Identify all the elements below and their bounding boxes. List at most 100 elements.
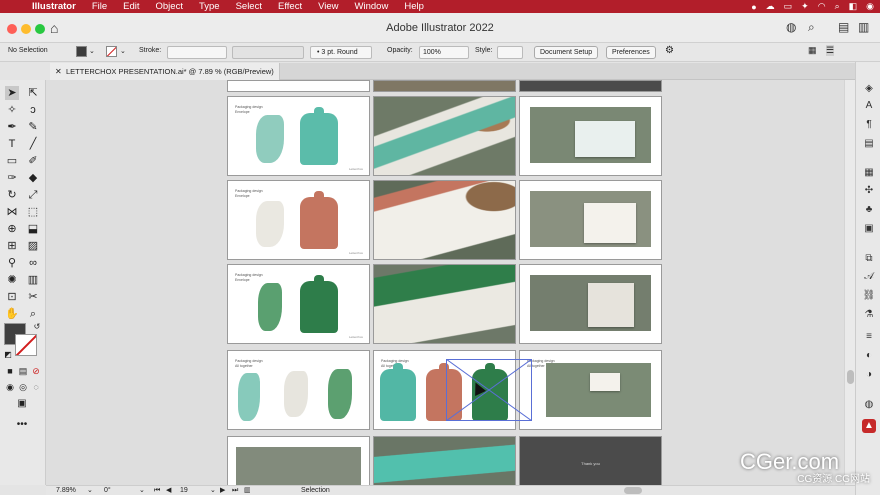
spotlight-search-icon[interactable]: ⌕: [835, 1, 840, 12]
graphic-styles-icon[interactable]: ▣: [862, 222, 876, 236]
status-mode[interactable]: Selection: [301, 486, 330, 495]
quick-actions-icon[interactable]: ⚙: [665, 45, 674, 56]
opentype-icon[interactable]: ▤: [862, 137, 876, 151]
close-tab-icon[interactable]: ✕: [55, 63, 62, 80]
zoom-level-field[interactable]: 7.89%: [56, 486, 76, 495]
gradient-mode-icon[interactable]: ▤: [16, 364, 30, 378]
magic-wand-tool-icon[interactable]: ✧: [5, 103, 19, 117]
artboard-photo-cards-teal[interactable]: [519, 96, 662, 176]
draw-normal-icon[interactable]: ◉: [3, 380, 17, 394]
free-transform-tool-icon[interactable]: ⬚: [26, 205, 40, 219]
menu-help[interactable]: Help: [396, 0, 432, 13]
rotation-dropdown-chevron-icon[interactable]: ⌄: [139, 486, 145, 495]
links-icon[interactable]: ⛓: [862, 289, 876, 303]
menu-edit[interactable]: Edit: [115, 0, 147, 13]
previous-artboard-icon[interactable]: ◀: [166, 486, 171, 495]
align-icon[interactable]: ▦: [808, 45, 817, 56]
adobe-help-icon[interactable]: ▲: [862, 419, 876, 433]
creative-cloud-icon[interactable]: ☁: [766, 1, 775, 12]
stroke-color-swatch[interactable]: [106, 46, 117, 57]
brushes-icon[interactable]: ✣: [862, 184, 876, 198]
artboard-photo-cards-terracotta[interactable]: [519, 180, 662, 260]
direct-selection-tool-icon[interactable]: ⇱: [26, 86, 40, 100]
properties-panel-toggle-icon[interactable]: ☰: [826, 45, 835, 56]
wifi-icon[interactable]: ◠: [818, 1, 826, 12]
workspace-switcher-icon[interactable]: ▥: [858, 20, 869, 34]
lasso-tool-icon[interactable]: ↄ: [26, 103, 40, 117]
artboard-navigator-icon[interactable]: ▥: [244, 486, 251, 495]
artboard-photo-teal-envelope-bottom[interactable]: [373, 436, 516, 491]
menu-window[interactable]: Window: [347, 0, 397, 13]
graphic-style-dropdown[interactable]: [497, 46, 523, 59]
mesh-tool-icon[interactable]: ⊞: [5, 239, 19, 253]
artboard-photo-green[interactable]: [373, 264, 516, 344]
width-tool-icon[interactable]: ⋈: [5, 205, 19, 219]
artboard-photo-all-cards[interactable]: Packaging design All together: [519, 350, 662, 430]
fill-dropdown-chevron-icon[interactable]: ⌄: [89, 47, 95, 55]
rotate-tool-icon[interactable]: ↻: [5, 188, 19, 202]
menu-object[interactable]: Object: [148, 0, 191, 13]
color-guide-icon[interactable]: ◍: [862, 398, 876, 412]
document-setup-button[interactable]: Document Setup: [534, 46, 599, 59]
app-menu[interactable]: Illustrator: [24, 0, 84, 13]
live-paint-bucket-icon[interactable]: ⬓: [26, 222, 40, 236]
first-artboard-icon[interactable]: ⏮: [154, 486, 160, 495]
draw-behind-icon[interactable]: ◎: [16, 380, 30, 394]
control-center-icon[interactable]: ◧: [849, 1, 858, 12]
none-mode-icon[interactable]: ⊘: [29, 364, 43, 378]
rotation-field[interactable]: 0°: [104, 486, 111, 495]
symbols-icon[interactable]: ♣: [862, 203, 876, 217]
artboard-dropdown-chevron-icon[interactable]: ⌄: [210, 486, 216, 495]
artboard-row0-middle[interactable]: [373, 80, 516, 92]
paintbrush-tool-icon[interactable]: ✐: [26, 154, 40, 168]
brush-definition-dropdown[interactable]: • 3 pt. Round: [310, 46, 372, 59]
selection-tool-icon[interactable]: ➤: [5, 86, 19, 100]
artboard-envelope-teal[interactable]: Packaging design Envelope Letterchox: [227, 96, 370, 176]
artboards-panel-icon[interactable]: ⧉: [862, 252, 876, 266]
menu-select[interactable]: Select: [228, 0, 270, 13]
type-tool-icon[interactable]: T: [5, 137, 19, 151]
record-icon[interactable]: ●: [751, 2, 756, 12]
artboard-photo-terracotta[interactable]: [373, 180, 516, 260]
pen-tool-icon[interactable]: ✒: [5, 120, 19, 134]
layers-icon[interactable]: ◈: [862, 82, 876, 96]
artboard-envelope-green[interactable]: Packaging design Envelope Letterchox: [227, 264, 370, 344]
rectangle-tool-icon[interactable]: ▭: [5, 154, 19, 168]
symbol-sprayer-tool-icon[interactable]: ✺: [5, 273, 19, 287]
draw-inside-icon[interactable]: ◌: [29, 380, 43, 394]
artboard-row0-left[interactable]: [227, 80, 370, 92]
default-fill-stroke-icon[interactable]: ◩: [1, 348, 15, 362]
zoom-tool-icon[interactable]: ⌕: [26, 307, 40, 321]
battery-icon[interactable]: ▭: [784, 1, 793, 12]
shape-builder-tool-icon[interactable]: ⊕: [5, 222, 19, 236]
artboard-photo-cards-bottom[interactable]: [227, 436, 370, 491]
vertical-scroll-thumb[interactable]: [847, 370, 854, 384]
opacity-field[interactable]: 100%: [419, 46, 469, 59]
artboard-photo-teal[interactable]: [373, 96, 516, 176]
document-tab[interactable]: ✕ LETTERCHOX PRESENTATION.ai* @ 7.89 % (…: [50, 63, 280, 80]
search-icon[interactable]: ⌕: [808, 20, 815, 35]
appearance-icon[interactable]: ◐: [862, 349, 876, 363]
libraries-icon[interactable]: ⚗: [862, 308, 876, 322]
arrange-documents-icon[interactable]: ▤: [838, 20, 849, 34]
color-mode-icon[interactable]: ■: [3, 364, 17, 378]
zoom-dropdown-chevron-icon[interactable]: ⌄: [87, 486, 93, 495]
vertical-scrollbar[interactable]: [844, 80, 855, 485]
hand-tool-icon[interactable]: ✋: [5, 307, 19, 321]
menu-file[interactable]: File: [84, 0, 115, 13]
account-icon[interactable]: ◍: [786, 20, 796, 34]
eyedropper-tool-icon[interactable]: ⚲: [5, 256, 19, 270]
stroke-swatch[interactable]: [15, 334, 37, 356]
swatches-icon[interactable]: ▦: [862, 166, 876, 180]
slice-tool-icon[interactable]: ✂: [26, 290, 40, 304]
character-icon[interactable]: A: [862, 99, 876, 113]
artboard-row0-right[interactable]: [519, 80, 662, 92]
swap-fill-stroke-icon[interactable]: ↺: [30, 320, 44, 334]
eraser-tool-icon[interactable]: ◆: [26, 171, 40, 185]
artboard-photo-cards-green[interactable]: [519, 264, 662, 344]
artboard-all-together-sketches[interactable]: Packaging design All together: [227, 350, 370, 430]
menu-type[interactable]: Type: [191, 0, 228, 13]
artboard-thank-you[interactable]: Thank you: [519, 436, 662, 491]
glyphs-icon[interactable]: 𝒜: [862, 270, 876, 284]
fill-color-swatch[interactable]: [76, 46, 87, 57]
